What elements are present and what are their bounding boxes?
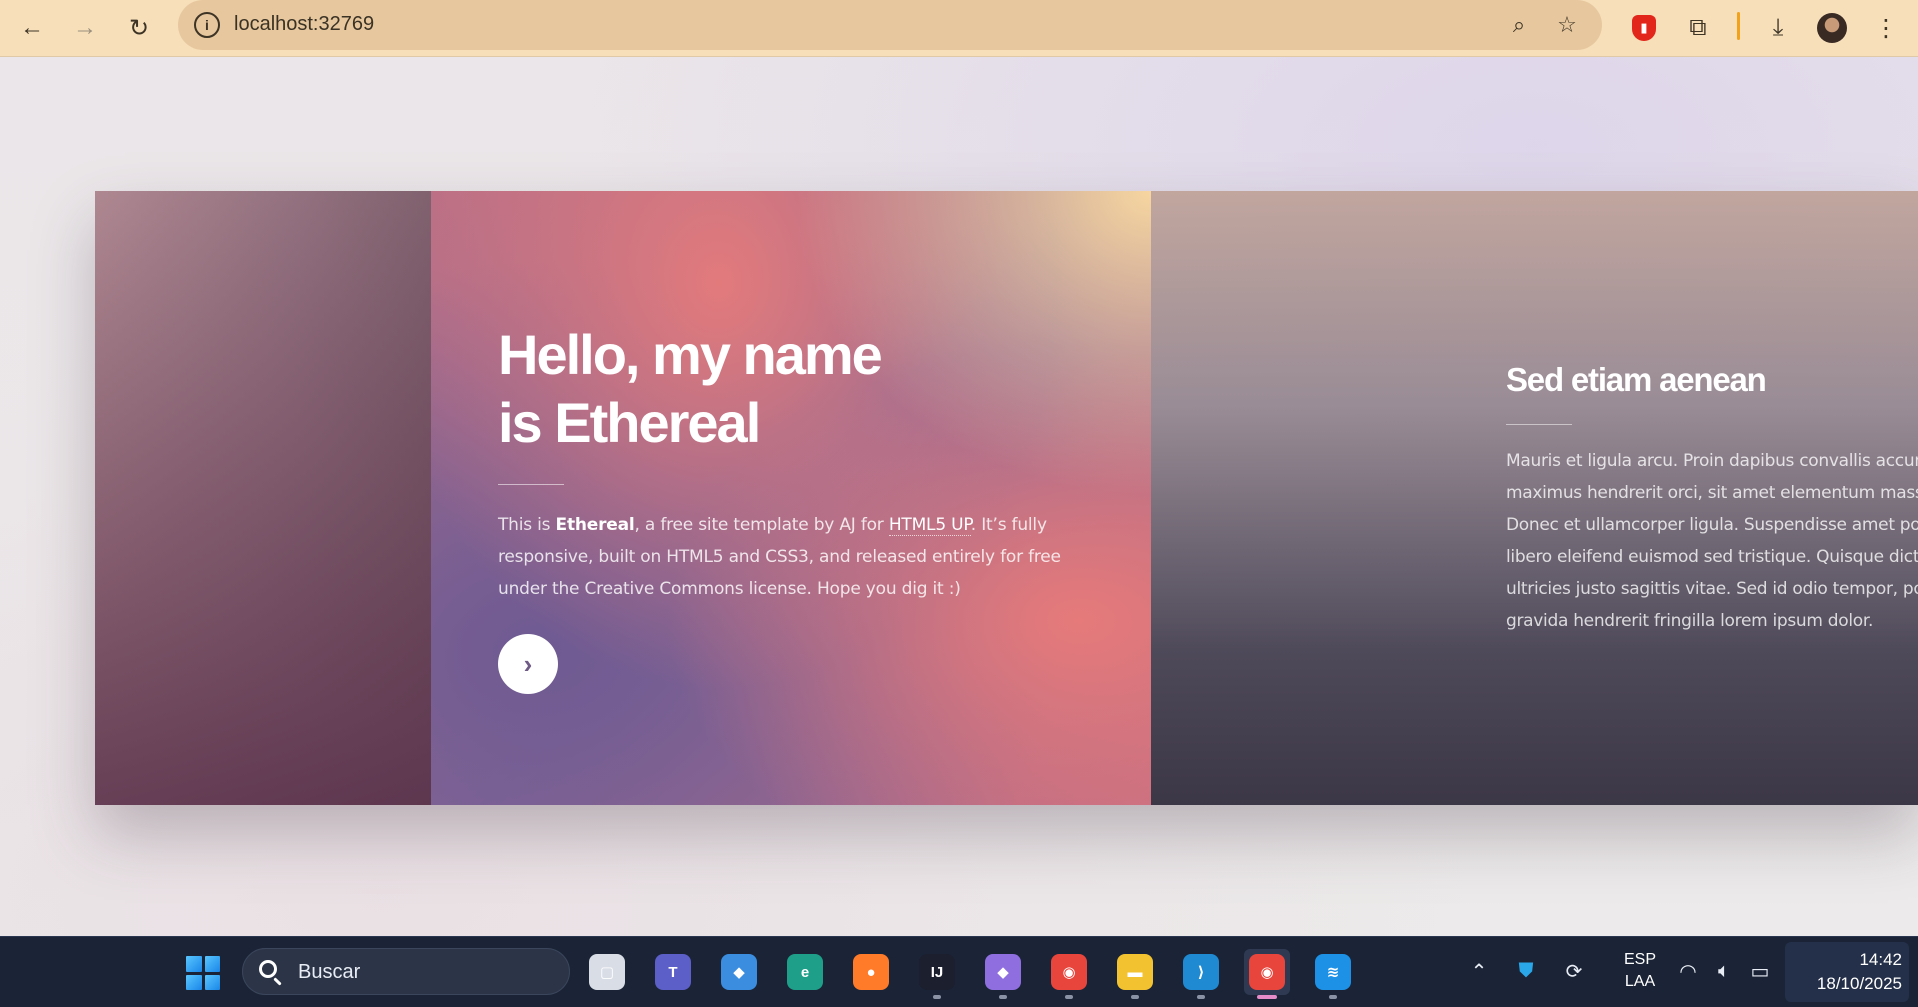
edge-icon: e — [787, 954, 823, 990]
downloads-button[interactable]: ⤓ — [1756, 6, 1800, 50]
search-placeholder: Buscar — [298, 961, 361, 983]
windows-logo-icon — [186, 956, 202, 972]
clock-date: 18/10/2025 — [1816, 974, 1902, 993]
copilot-icon: ◆ — [721, 954, 757, 990]
forward-button[interactable]: → — [63, 6, 107, 50]
ublock-icon: ▮ — [1632, 15, 1656, 41]
taskbar-app-chrome-active[interactable]: ◉ — [1244, 949, 1290, 999]
intellij-icon: IJ — [919, 954, 955, 990]
section-text-line: ultricies justo sagittis vitae. Sed id o… — [1506, 579, 1918, 599]
browser-menu-button[interactable]: ⋮ — [1864, 6, 1908, 50]
docker-icon: ≋ — [1315, 954, 1351, 990]
running-indicator — [933, 995, 941, 999]
arrow-left-icon: ← — [20, 14, 44, 41]
back-button[interactable]: ← — [10, 6, 54, 50]
section-text-line: maximus hendrerit orci, sit amet element… — [1506, 483, 1918, 503]
section-divider — [1506, 424, 1572, 425]
page-viewport[interactable]: Hello, my name is Ethereal This is Ether… — [0, 57, 1918, 936]
firefox-icon: ● — [853, 954, 889, 990]
section-text-line: gravida hendrerit fringilla lorem ipsum … — [1506, 611, 1874, 631]
taskbar-app-task-view[interactable]: ▢ — [584, 949, 630, 995]
reload-icon: ↻ — [128, 14, 150, 42]
volume-icon[interactable]: 🔈︎ — [1710, 957, 1738, 985]
star-icon[interactable]: ☆ — [1552, 10, 1582, 40]
brand-name: Ethereal — [555, 515, 635, 535]
running-indicator — [999, 995, 1007, 999]
obsidian-icon: ◆ — [985, 954, 1021, 990]
taskbar-app-file-explorer[interactable]: ▬ — [1112, 949, 1158, 999]
url-text[interactable]: localhost:32769 — [234, 13, 374, 36]
extensions-button[interactable]: ⧉ — [1676, 6, 1720, 50]
site-info-icon[interactable]: i — [194, 12, 220, 38]
title-divider — [498, 484, 564, 485]
chevron-right-icon: › — [523, 648, 533, 679]
shield-icon[interactable]: ⛊ — [1512, 957, 1540, 985]
kebab-menu-icon: ⋮ — [1874, 14, 1898, 42]
running-indicator — [1257, 995, 1277, 999]
section-text-line: Mauris et ligula arcu. Proin dapibus con… — [1506, 451, 1918, 471]
clock-time: 14:42 — [1859, 950, 1902, 969]
avatar — [1817, 13, 1847, 43]
taskbar-app-docker[interactable]: ≋ — [1310, 949, 1356, 999]
taskbar-search[interactable]: Buscar — [242, 948, 570, 995]
horizontal-panels: Hello, my name is Ethereal This is Ether… — [95, 191, 1918, 805]
running-indicator — [1131, 995, 1139, 999]
ublock-extension-button[interactable]: ▮ — [1622, 6, 1666, 50]
sed-etiam-panel: Sed etiam aenean Mauris et ligula arcu. … — [1151, 191, 1918, 805]
chrome-active-icon: ◉ — [1249, 954, 1285, 990]
language-indicator[interactable]: ESP LAA — [1615, 949, 1665, 993]
section-text-line: Donec et ullamcorper ligula. Suspendisse… — [1506, 515, 1918, 535]
windows-taskbar: Buscar ▢ T ◆ e ● IJ ◆ ◉ ▬ ⟩ ◉ ≋ ⌃ ⛊ ⟳ ESP LAA ◠ 🔈︎ … — [0, 936, 1918, 1007]
taskbar-app-copilot[interactable]: ◆ — [716, 949, 762, 995]
wifi-icon[interactable]: ◠ — [1674, 957, 1702, 985]
clock[interactable]: 14:42 18/10/2025 — [1790, 948, 1902, 996]
taskbar-app-intellij[interactable]: IJ — [914, 949, 960, 999]
next-section-button[interactable]: › — [498, 634, 558, 694]
taskbar-app-vscode[interactable]: ⟩ — [1178, 949, 1224, 999]
html5up-link[interactable]: HTML5 UP — [888, 515, 971, 536]
zoom-out-icon[interactable]: ⌕ — [1504, 10, 1534, 40]
taskbar-app-obsidian[interactable]: ◆ — [980, 949, 1026, 999]
sync-icon[interactable]: ⟳ — [1560, 957, 1588, 985]
chrome-profile-icon: ◉ — [1051, 954, 1087, 990]
reload-button[interactable]: ↻ — [117, 6, 161, 50]
intro-panel: Hello, my name is Ethereal This is Ether… — [431, 191, 1151, 805]
section-title: Sed etiam aenean — [1506, 361, 1767, 398]
puzzle-icon: ⧉ — [1689, 14, 1707, 41]
intro-title: Hello, my name is Ethereal — [498, 321, 1018, 457]
running-indicator — [1329, 995, 1337, 999]
vscode-icon: ⟩ — [1183, 954, 1219, 990]
intro-title-line1: Hello, my name — [498, 323, 883, 386]
taskbar-app-edge[interactable]: e — [782, 949, 828, 995]
file-explorer-icon: ▬ — [1117, 954, 1153, 990]
chevron-up-icon[interactable]: ⌃ — [1465, 957, 1493, 985]
address-bar[interactable]: i localhost:32769 ⌕ ☆ — [178, 0, 1602, 50]
task-view-icon: ▢ — [589, 954, 625, 990]
section-text: Mauris et ligula arcu. Proin dapibus con… — [1506, 445, 1918, 637]
arrow-right-icon: → — [73, 14, 97, 41]
running-indicator — [1065, 995, 1073, 999]
teams-icon: T — [655, 954, 691, 990]
search-icon — [259, 960, 277, 978]
download-icon: ⤓ — [1772, 14, 1784, 41]
browser-toolbar: ← → ↻ i localhost:32769 ⌕ ☆ ▮ ⧉ ⤓ ⋮ — [0, 0, 1918, 57]
start-button[interactable] — [186, 956, 220, 990]
section-text-line: libero eleifend euismod sed tristique. Q… — [1506, 547, 1918, 567]
taskbar-app-chrome-profile[interactable]: ◉ — [1046, 949, 1092, 999]
battery-icon[interactable]: ▭ — [1746, 957, 1774, 985]
taskbar-app-teams[interactable]: T — [650, 949, 696, 995]
running-indicator — [1197, 995, 1205, 999]
intro-description: This is Ethereal, a free site template b… — [498, 515, 1061, 599]
profile-button[interactable] — [1810, 6, 1854, 50]
intro-image-panel — [95, 191, 431, 805]
toolbar-separator — [1737, 12, 1740, 40]
intro-title-line2: is Ethereal — [498, 391, 761, 454]
taskbar-app-firefox[interactable]: ● — [848, 949, 894, 995]
